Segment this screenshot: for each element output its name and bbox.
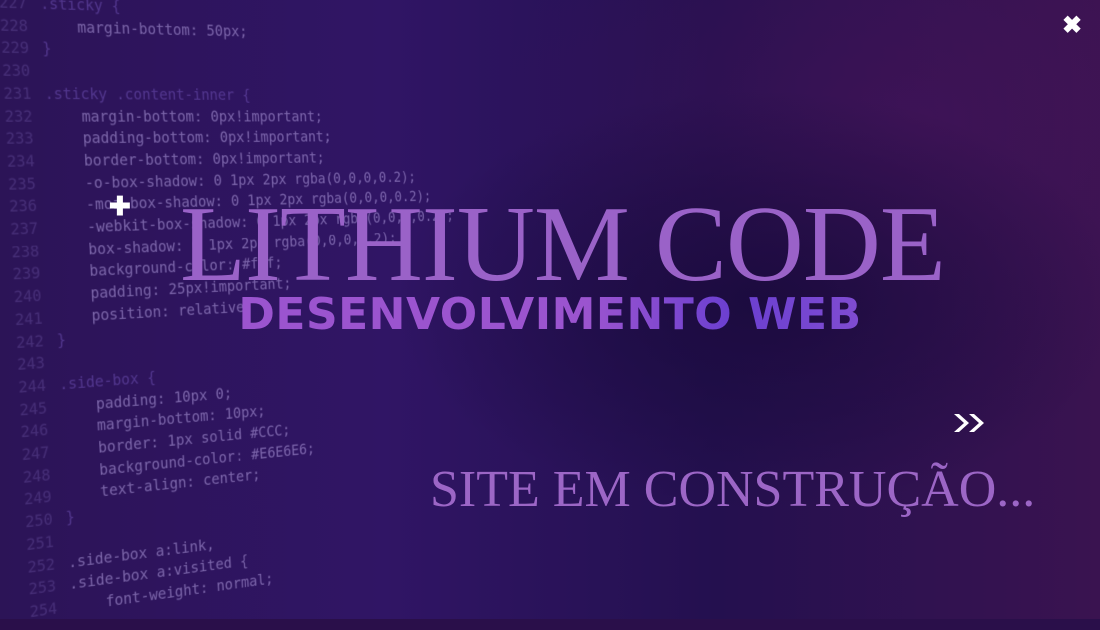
line-number: 236 [8, 196, 38, 216]
brand-title: LITHIUM CODE [180, 185, 946, 304]
line-number: 230 [1, 60, 31, 81]
line-number: 229 [0, 38, 30, 58]
double-chevron-right-icon[interactable] [952, 408, 992, 438]
line-number: 240 [13, 286, 42, 307]
line-number: 242 [15, 330, 45, 352]
line-number: 228 [0, 15, 29, 35]
line-number: 233 [5, 128, 34, 148]
code-text: } [56, 329, 67, 349]
code-text: border-bottom: 0px!important; [47, 148, 325, 171]
line-number: 254 [29, 598, 58, 622]
close-icon[interactable]: ✖ [1058, 12, 1086, 40]
under-construction-text: SITE EM CONSTRUÇÃO... [430, 461, 1036, 518]
code-text: .sticky { [39, 0, 121, 16]
line-number: 234 [6, 151, 36, 171]
code-text: margin-bottom: 50px; [40, 16, 248, 41]
line-number: 238 [11, 241, 40, 262]
line-number: 231 [3, 83, 32, 103]
code-text: margin-bottom: 0px!important; [45, 106, 324, 126]
line-number: 243 [16, 353, 46, 375]
code-line: 231 .sticky .content-inner { [0, 82, 464, 106]
line-number: 241 [14, 308, 44, 329]
code-text: .sticky .content-inner { [44, 83, 251, 104]
line-number: 227 [0, 0, 28, 13]
plus-icon: ✚ [109, 191, 131, 221]
brand-subtitle: DESENVOLVIMENTO WEB [180, 288, 920, 342]
code-text: } [65, 507, 76, 527]
code-text: padding-bottom: 0px!important; [46, 127, 332, 148]
line-number: 237 [9, 218, 39, 239]
line-number: 232 [4, 106, 33, 126]
code-line: 232 margin-bottom: 0px!important; [0, 105, 465, 128]
code-text: } [41, 38, 52, 58]
line-number: 239 [12, 263, 41, 284]
line-number: 235 [7, 173, 37, 194]
